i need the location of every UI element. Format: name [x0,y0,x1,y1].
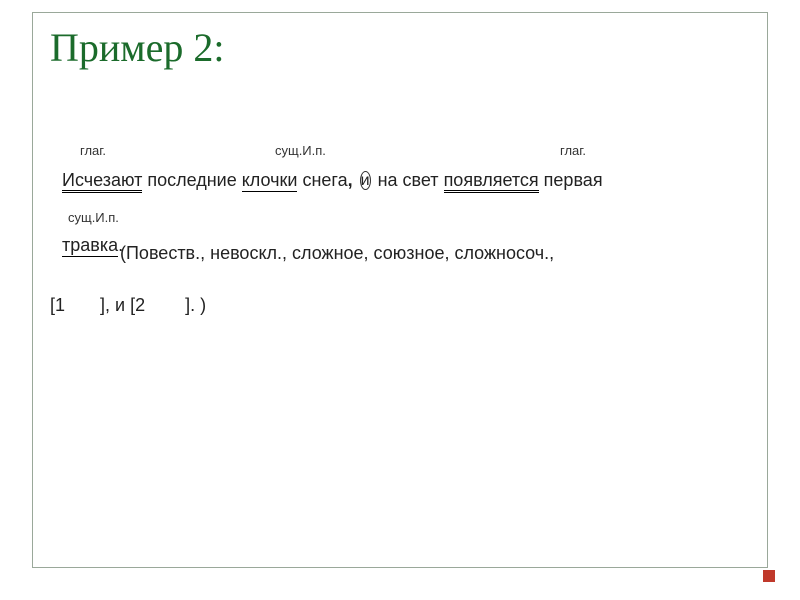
pos-label-noun-2: сущ.И.п. [68,210,119,225]
pos-label-noun-1: сущ.И.п. [275,143,326,158]
word-pervaya: первая [539,170,603,190]
subject-1: клочки [242,170,298,192]
word-poslednie: последние [142,170,241,190]
pos-label-verb-2: глаг. [560,143,586,158]
comma: , [348,170,353,190]
sentence-line-2: травка. [62,235,123,256]
word-na-svet: на свет [378,170,444,190]
word-snega: снега [297,170,347,190]
slide-frame [32,12,768,568]
marker-icon [763,570,775,582]
predicate-2: появляется [444,170,539,193]
predicate-1: Исчезают [62,170,142,193]
conjunction-circle: и [360,171,371,190]
space [353,170,358,190]
sentence-scheme: [1 ], и [2 ]. ) [50,295,206,316]
pos-label-verb-1: глаг. [80,143,106,158]
subject-2: травка [62,235,118,257]
slide-title: Пример 2: [50,24,224,71]
sentence-line-1: Исчезают последние клочки снега, и на св… [62,170,603,191]
sentence-characteristics: (Повеств., невоскл., сложное, союзное, с… [120,243,554,264]
